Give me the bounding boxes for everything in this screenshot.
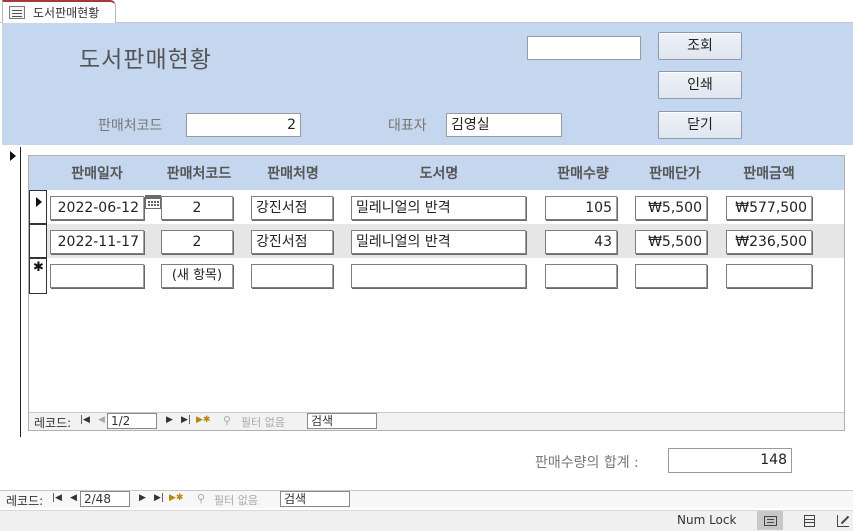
cell-date[interactable]: 2022-11-17 (50, 230, 144, 254)
detail-record-selector[interactable] (20, 147, 21, 437)
current-record-arrow-icon (36, 197, 42, 207)
cell-unit-price-new[interactable] (635, 264, 707, 288)
prev-record-icon[interactable]: ◀ (98, 415, 105, 425)
form-view-button[interactable] (757, 511, 783, 530)
search-input[interactable] (527, 36, 641, 60)
cell-date-new[interactable] (50, 264, 144, 288)
design-view-icon (837, 515, 850, 527)
row-selector[interactable] (29, 190, 47, 224)
record-position-field[interactable]: 2/48 (80, 491, 130, 507)
search-field[interactable]: 검색 (307, 413, 377, 429)
query-button[interactable]: 조회 (658, 32, 742, 60)
subform-navigation-bar: 레코드: |◀ ◀ 1/2 ▶ ▶| ▶✱ ⚲ 필터 없음 검색 (29, 412, 844, 430)
cell-seller-name[interactable]: 강진서점 (251, 196, 333, 220)
column-header-amount: 판매금액 (743, 166, 795, 182)
first-record-icon[interactable]: |◀ (52, 493, 62, 503)
column-header-book-title: 도서명 (419, 166, 459, 182)
cell-amount[interactable]: ₩577,500 (726, 196, 812, 220)
column-header-date: 판매일자 (71, 166, 123, 182)
filter-icon[interactable]: ⚲ (223, 414, 231, 427)
form-title: 도서판매현황 (79, 47, 212, 73)
quantity-total-label: 판매수량의 합계 : (535, 455, 639, 471)
new-record-icon[interactable]: ▶✱ (196, 415, 210, 425)
first-record-icon[interactable]: |◀ (80, 415, 90, 425)
cell-seller-code[interactable]: 2 (161, 196, 233, 220)
form-view-icon (764, 516, 777, 526)
cell-quantity-new[interactable] (545, 264, 617, 288)
cell-book-title[interactable]: 밀레니얼의 반격 (351, 196, 526, 220)
cell-date[interactable]: 2022-06-12 (50, 196, 144, 220)
prev-record-icon[interactable]: ◀ (70, 493, 77, 503)
form-icon (9, 6, 25, 19)
cell-seller-code-new[interactable]: (새 항목) (161, 264, 233, 288)
next-record-icon[interactable]: ▶ (139, 493, 146, 503)
document-tab-label: 도서판매현황 (33, 6, 100, 20)
seller-code-label: 판매처코드 (98, 118, 163, 134)
cell-unit-price[interactable]: ₩5,500 (635, 230, 707, 254)
filter-icon[interactable]: ⚲ (197, 492, 205, 505)
filter-status[interactable]: 필터 없음 (214, 492, 258, 508)
cell-unit-price[interactable]: ₩5,500 (635, 196, 707, 220)
new-record-icon[interactable]: ▶✱ (169, 493, 183, 503)
date-picker-icon[interactable] (145, 195, 161, 209)
datasheet-view-button[interactable] (796, 511, 822, 530)
cell-book-title-new[interactable] (351, 264, 526, 288)
numlock-indicator: Num Lock (677, 513, 737, 527)
last-record-icon[interactable]: ▶| (181, 415, 191, 425)
representative-label: 대표자 (388, 118, 427, 134)
record-selector-arrow-icon (10, 151, 16, 161)
design-view-button[interactable] (832, 511, 852, 530)
cell-amount-new[interactable] (726, 264, 812, 288)
document-tab-bar (0, 0, 853, 23)
column-header-quantity: 판매수량 (557, 166, 609, 182)
nav-label: 레코드: (6, 494, 44, 508)
cell-seller-name[interactable]: 강진서점 (251, 230, 333, 254)
cell-seller-code[interactable]: 2 (161, 230, 233, 254)
quantity-total-field: 148 (668, 448, 792, 473)
datasheet-view-icon (804, 515, 815, 527)
record-position-field[interactable]: 1/2 (107, 413, 157, 429)
nav-label: 레코드: (34, 416, 72, 430)
close-button[interactable]: 닫기 (658, 111, 742, 139)
column-header-seller-code: 판매처코드 (166, 166, 232, 182)
row-selector[interactable] (29, 224, 47, 258)
search-field[interactable]: 검색 (280, 491, 350, 507)
cell-amount[interactable]: ₩236,500 (726, 230, 812, 254)
cell-quantity[interactable]: 105 (545, 196, 617, 220)
filter-status[interactable]: 필터 없음 (241, 414, 285, 430)
column-header-seller-name: 판매처명 (267, 166, 319, 182)
next-record-icon[interactable]: ▶ (166, 415, 173, 425)
cell-book-title[interactable]: 밀레니얼의 반격 (351, 230, 526, 254)
representative-field[interactable]: 김영실 (446, 113, 562, 137)
new-record-asterisk-icon: ✱ (33, 260, 44, 275)
cell-quantity[interactable]: 43 (545, 230, 617, 254)
column-header-unit-price: 판매단가 (649, 166, 701, 182)
print-button[interactable]: 인쇄 (658, 71, 742, 99)
cell-seller-name-new[interactable] (251, 264, 333, 288)
document-tab[interactable]: 도서판매현황 (2, 0, 116, 23)
form-navigation-bar: 레코드: |◀ ◀ 2/48 ▶ ▶| ▶✱ ⚲ 필터 없음 검색 (0, 490, 853, 508)
seller-code-field[interactable]: 2 (186, 113, 301, 137)
last-record-icon[interactable]: ▶| (154, 493, 164, 503)
